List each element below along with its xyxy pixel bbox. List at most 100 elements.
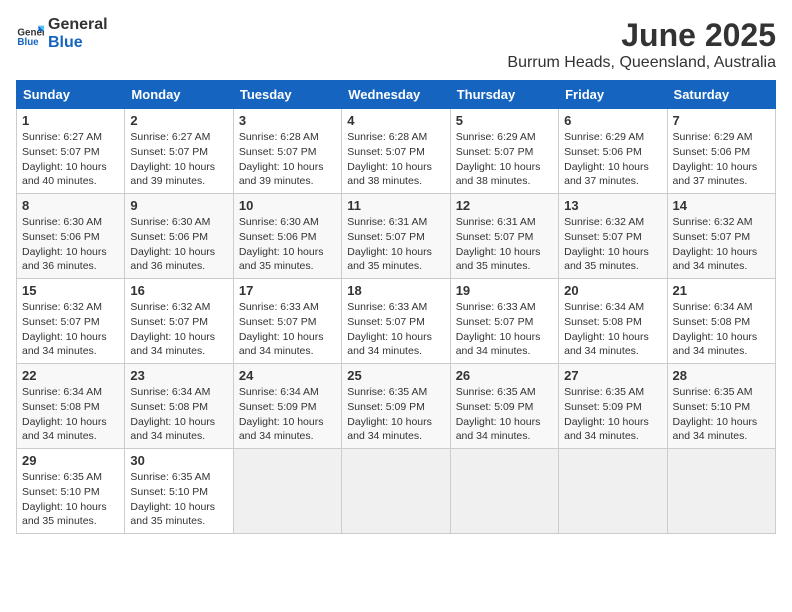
- table-row: 29 Sunrise: 6:35 AMSunset: 5:10 PMDaylig…: [17, 449, 776, 534]
- day-cell-25: 25 Sunrise: 6:35 AMSunset: 5:09 PMDaylig…: [342, 364, 450, 449]
- day-cell-3: 3 Sunrise: 6:28 AMSunset: 5:07 PMDayligh…: [233, 109, 341, 194]
- day-cell-26: 26 Sunrise: 6:35 AMSunset: 5:09 PMDaylig…: [450, 364, 558, 449]
- header-tuesday: Tuesday: [233, 81, 341, 109]
- day-info: Sunrise: 6:34 AMSunset: 5:08 PMDaylight:…: [564, 300, 661, 359]
- day-cell-18: 18 Sunrise: 6:33 AMSunset: 5:07 PMDaylig…: [342, 279, 450, 364]
- calendar-table: Sunday Monday Tuesday Wednesday Thursday…: [16, 80, 776, 534]
- day-number: 28: [673, 368, 770, 383]
- day-info: Sunrise: 6:31 AMSunset: 5:07 PMDaylight:…: [456, 215, 553, 274]
- day-number: 19: [456, 283, 553, 298]
- day-cell-21: 21 Sunrise: 6:34 AMSunset: 5:08 PMDaylig…: [667, 279, 775, 364]
- day-number: 17: [239, 283, 336, 298]
- day-number: 27: [564, 368, 661, 383]
- day-cell-23: 23 Sunrise: 6:34 AMSunset: 5:08 PMDaylig…: [125, 364, 233, 449]
- table-row: 1 Sunrise: 6:27 AMSunset: 5:07 PMDayligh…: [17, 109, 776, 194]
- table-row: 15 Sunrise: 6:32 AMSunset: 5:07 PMDaylig…: [17, 279, 776, 364]
- day-cell-2: 2 Sunrise: 6:27 AMSunset: 5:07 PMDayligh…: [125, 109, 233, 194]
- empty-cell: [559, 449, 667, 534]
- day-info: Sunrise: 6:35 AMSunset: 5:10 PMDaylight:…: [673, 385, 770, 444]
- day-number: 16: [130, 283, 227, 298]
- day-info: Sunrise: 6:27 AMSunset: 5:07 PMDaylight:…: [130, 130, 227, 189]
- day-number: 4: [347, 113, 444, 128]
- day-cell-30: 30 Sunrise: 6:35 AMSunset: 5:10 PMDaylig…: [125, 449, 233, 534]
- day-cell-27: 27 Sunrise: 6:35 AMSunset: 5:09 PMDaylig…: [559, 364, 667, 449]
- day-cell-4: 4 Sunrise: 6:28 AMSunset: 5:07 PMDayligh…: [342, 109, 450, 194]
- empty-cell: [667, 449, 775, 534]
- day-cell-7: 7 Sunrise: 6:29 AMSunset: 5:06 PMDayligh…: [667, 109, 775, 194]
- day-number: 29: [22, 453, 119, 468]
- day-cell-16: 16 Sunrise: 6:32 AMSunset: 5:07 PMDaylig…: [125, 279, 233, 364]
- day-cell-24: 24 Sunrise: 6:34 AMSunset: 5:09 PMDaylig…: [233, 364, 341, 449]
- header-sunday: Sunday: [17, 81, 125, 109]
- day-info: Sunrise: 6:33 AMSunset: 5:07 PMDaylight:…: [347, 300, 444, 359]
- day-info: Sunrise: 6:28 AMSunset: 5:07 PMDaylight:…: [239, 130, 336, 189]
- day-info: Sunrise: 6:29 AMSunset: 5:06 PMDaylight:…: [564, 130, 661, 189]
- day-info: Sunrise: 6:32 AMSunset: 5:07 PMDaylight:…: [130, 300, 227, 359]
- day-info: Sunrise: 6:33 AMSunset: 5:07 PMDaylight:…: [456, 300, 553, 359]
- day-info: Sunrise: 6:30 AMSunset: 5:06 PMDaylight:…: [239, 215, 336, 274]
- day-number: 7: [673, 113, 770, 128]
- day-cell-1: 1 Sunrise: 6:27 AMSunset: 5:07 PMDayligh…: [17, 109, 125, 194]
- header-monday: Monday: [125, 81, 233, 109]
- day-number: 18: [347, 283, 444, 298]
- day-number: 1: [22, 113, 119, 128]
- day-number: 6: [564, 113, 661, 128]
- day-info: Sunrise: 6:34 AMSunset: 5:08 PMDaylight:…: [130, 385, 227, 444]
- day-cell-6: 6 Sunrise: 6:29 AMSunset: 5:06 PMDayligh…: [559, 109, 667, 194]
- table-row: 8 Sunrise: 6:30 AMSunset: 5:06 PMDayligh…: [17, 194, 776, 279]
- table-row: 22 Sunrise: 6:34 AMSunset: 5:08 PMDaylig…: [17, 364, 776, 449]
- day-info: Sunrise: 6:33 AMSunset: 5:07 PMDaylight:…: [239, 300, 336, 359]
- day-number: 22: [22, 368, 119, 383]
- day-info: Sunrise: 6:30 AMSunset: 5:06 PMDaylight:…: [130, 215, 227, 274]
- day-cell-22: 22 Sunrise: 6:34 AMSunset: 5:08 PMDaylig…: [17, 364, 125, 449]
- day-number: 3: [239, 113, 336, 128]
- day-info: Sunrise: 6:35 AMSunset: 5:09 PMDaylight:…: [456, 385, 553, 444]
- month-title: June 2025: [507, 16, 776, 54]
- day-cell-29: 29 Sunrise: 6:35 AMSunset: 5:10 PMDaylig…: [17, 449, 125, 534]
- day-info: Sunrise: 6:34 AMSunset: 5:08 PMDaylight:…: [673, 300, 770, 359]
- day-cell-8: 8 Sunrise: 6:30 AMSunset: 5:06 PMDayligh…: [17, 194, 125, 279]
- empty-cell: [450, 449, 558, 534]
- day-info: Sunrise: 6:30 AMSunset: 5:06 PMDaylight:…: [22, 215, 119, 274]
- day-number: 20: [564, 283, 661, 298]
- svg-text:Blue: Blue: [17, 37, 39, 48]
- day-cell-19: 19 Sunrise: 6:33 AMSunset: 5:07 PMDaylig…: [450, 279, 558, 364]
- day-cell-9: 9 Sunrise: 6:30 AMSunset: 5:06 PMDayligh…: [125, 194, 233, 279]
- day-number: 24: [239, 368, 336, 383]
- day-info: Sunrise: 6:35 AMSunset: 5:10 PMDaylight:…: [22, 470, 119, 529]
- day-info: Sunrise: 6:34 AMSunset: 5:08 PMDaylight:…: [22, 385, 119, 444]
- day-cell-17: 17 Sunrise: 6:33 AMSunset: 5:07 PMDaylig…: [233, 279, 341, 364]
- title-area: June 2025 Burrum Heads, Queensland, Aust…: [507, 16, 776, 72]
- day-info: Sunrise: 6:35 AMSunset: 5:09 PMDaylight:…: [347, 385, 444, 444]
- day-cell-15: 15 Sunrise: 6:32 AMSunset: 5:07 PMDaylig…: [17, 279, 125, 364]
- logo-text-blue: Blue: [48, 34, 108, 52]
- header-thursday: Thursday: [450, 81, 558, 109]
- day-number: 14: [673, 198, 770, 213]
- empty-cell: [342, 449, 450, 534]
- page-header: General Blue General Blue June 2025 Burr…: [16, 16, 776, 72]
- day-number: 11: [347, 198, 444, 213]
- day-number: 25: [347, 368, 444, 383]
- day-number: 5: [456, 113, 553, 128]
- day-info: Sunrise: 6:28 AMSunset: 5:07 PMDaylight:…: [347, 130, 444, 189]
- day-info: Sunrise: 6:32 AMSunset: 5:07 PMDaylight:…: [673, 215, 770, 274]
- day-info: Sunrise: 6:34 AMSunset: 5:09 PMDaylight:…: [239, 385, 336, 444]
- day-info: Sunrise: 6:31 AMSunset: 5:07 PMDaylight:…: [347, 215, 444, 274]
- day-number: 21: [673, 283, 770, 298]
- day-info: Sunrise: 6:29 AMSunset: 5:06 PMDaylight:…: [673, 130, 770, 189]
- header-saturday: Saturday: [667, 81, 775, 109]
- day-info: Sunrise: 6:32 AMSunset: 5:07 PMDaylight:…: [564, 215, 661, 274]
- day-number: 23: [130, 368, 227, 383]
- logo: General Blue General Blue: [16, 16, 108, 51]
- empty-cell: [233, 449, 341, 534]
- calendar-header-row: Sunday Monday Tuesday Wednesday Thursday…: [17, 81, 776, 109]
- day-number: 30: [130, 453, 227, 468]
- day-cell-28: 28 Sunrise: 6:35 AMSunset: 5:10 PMDaylig…: [667, 364, 775, 449]
- day-cell-10: 10 Sunrise: 6:30 AMSunset: 5:06 PMDaylig…: [233, 194, 341, 279]
- header-wednesday: Wednesday: [342, 81, 450, 109]
- day-number: 9: [130, 198, 227, 213]
- day-cell-14: 14 Sunrise: 6:32 AMSunset: 5:07 PMDaylig…: [667, 194, 775, 279]
- day-info: Sunrise: 6:27 AMSunset: 5:07 PMDaylight:…: [22, 130, 119, 189]
- day-info: Sunrise: 6:32 AMSunset: 5:07 PMDaylight:…: [22, 300, 119, 359]
- day-cell-5: 5 Sunrise: 6:29 AMSunset: 5:07 PMDayligh…: [450, 109, 558, 194]
